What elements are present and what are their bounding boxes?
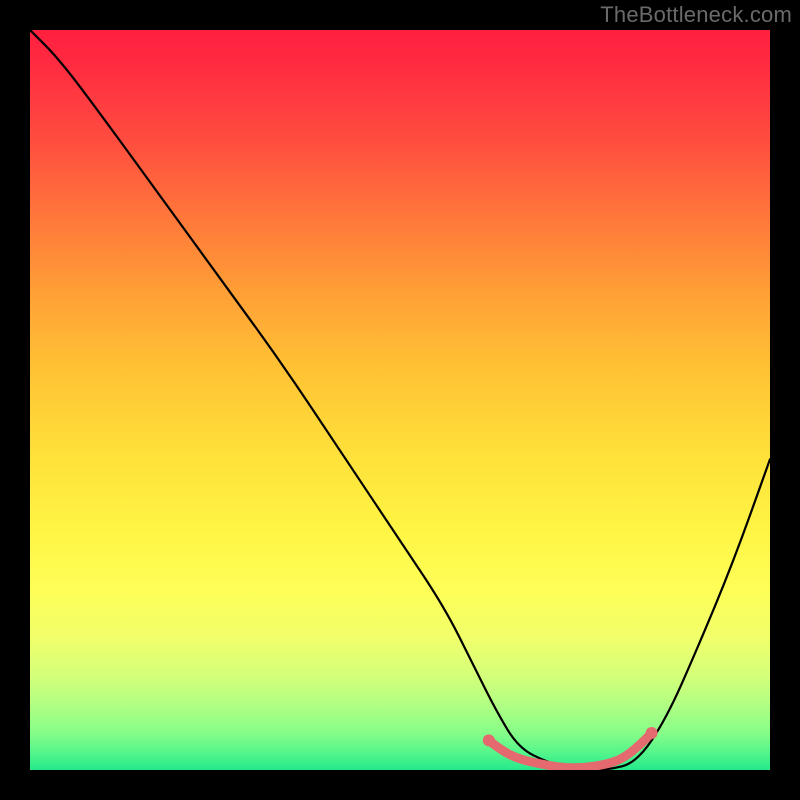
curve-layer [30,30,770,770]
highlight-end-dot [646,727,658,739]
chart-frame: TheBottleneck.com [0,0,800,800]
highlight-dots [483,727,658,746]
bottleneck-curve-line [30,30,770,770]
watermark-text: TheBottleneck.com [600,2,792,28]
highlight-end-dot [483,734,495,746]
plot-area [30,30,770,770]
